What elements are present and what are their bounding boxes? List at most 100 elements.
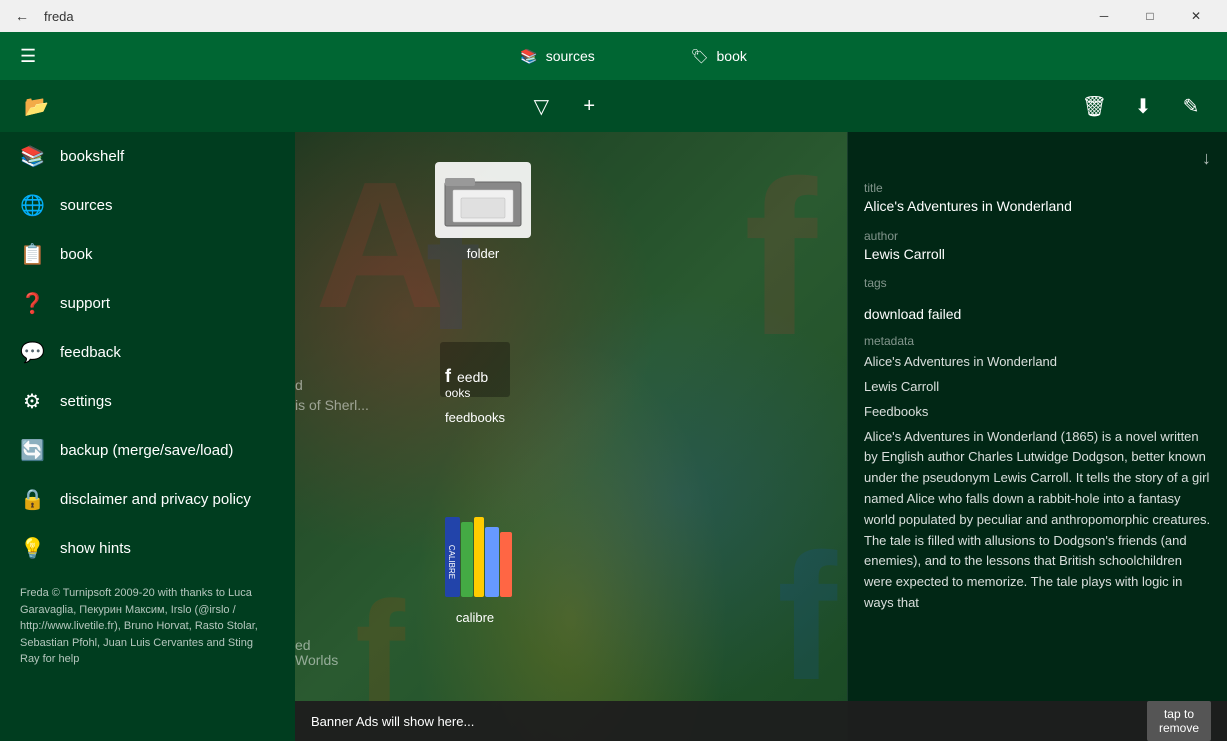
metadata-publisher: Feedbooks bbox=[864, 402, 1211, 423]
sidebar-item-label: disclaimer and privacy policy bbox=[60, 491, 251, 508]
feedbooks-icon-container: f eedb ooks bbox=[435, 332, 515, 402]
backup-icon: 🔄 bbox=[20, 438, 44, 463]
tags-field-label: tags bbox=[864, 276, 1211, 290]
sources-background: A f f f f d is of Sherl... ed Worlds bbox=[295, 132, 847, 741]
sidebar-item-feedback[interactable]: 💬 feedback bbox=[0, 328, 295, 377]
tap-remove-button[interactable]: tap toremove bbox=[1147, 701, 1211, 741]
feedback-icon: 💬 bbox=[20, 340, 44, 365]
edit-button[interactable]: ✎ bbox=[1171, 86, 1211, 127]
add-icon: + bbox=[583, 95, 595, 118]
filter-icon: ▽ bbox=[534, 94, 549, 119]
app-header: ☰ 📚 sources 🏷 book bbox=[0, 32, 1227, 80]
sources-nav-item[interactable]: 📚 sources bbox=[512, 44, 602, 69]
calibre-label: calibre bbox=[456, 610, 494, 625]
maximize-button[interactable]: □ bbox=[1127, 0, 1173, 32]
delete-icon: 🗑 bbox=[1082, 94, 1107, 119]
sidebar-item-label: book bbox=[60, 246, 93, 263]
book-nav-icon: 📋 bbox=[20, 242, 44, 267]
hamburger-icon: ☰ bbox=[20, 46, 36, 67]
filter-button[interactable]: ▽ bbox=[521, 86, 561, 127]
toolbar: 📂 ▽ + 🗑 ⬇ ✎ bbox=[0, 80, 1227, 132]
support-icon: ❓ bbox=[20, 291, 44, 316]
download-status: download failed bbox=[864, 306, 1211, 322]
sidebar-item-disclaimer[interactable]: 🔒 disclaimer and privacy policy bbox=[0, 475, 295, 524]
feedbooks-label: feedbooks bbox=[445, 410, 505, 425]
metadata-author: Lewis Carroll bbox=[864, 377, 1211, 398]
sidebar-credits: Freda © Turnipsoft 2009-20 with thanks t… bbox=[0, 573, 295, 680]
minimize-button[interactable]: ─ bbox=[1081, 0, 1127, 32]
folder-icon: 📂 bbox=[24, 94, 49, 119]
download-button[interactable]: ⬇ bbox=[1123, 86, 1163, 127]
book-nav-item[interactable]: 🏷 book bbox=[683, 44, 755, 69]
sidebar-item-hints[interactable]: 💡 show hints bbox=[0, 524, 295, 573]
banner-text: Banner Ads will show here... bbox=[311, 714, 474, 729]
sidebar-item-label: support bbox=[60, 295, 110, 312]
folder-icon-container bbox=[435, 162, 531, 238]
titlebar: ← freda ─ □ ✕ bbox=[0, 0, 1227, 32]
partial-text-worlds: Worlds bbox=[295, 652, 338, 668]
bookshelf-icon: 📚 bbox=[20, 144, 44, 169]
header-nav: 📚 sources 🏷 book bbox=[56, 44, 1211, 69]
delete-button[interactable]: 🗑 bbox=[1074, 86, 1115, 127]
app-title: freda bbox=[44, 9, 74, 24]
author-field-label: author bbox=[864, 229, 1211, 243]
sidebar-item-book[interactable]: 📋 book bbox=[0, 230, 295, 279]
close-button[interactable]: ✕ bbox=[1173, 0, 1219, 32]
svg-text:eedb: eedb bbox=[457, 369, 488, 385]
metadata-description: Alice's Adventures in Wonderland (1865) … bbox=[864, 427, 1211, 614]
hints-icon: 💡 bbox=[20, 536, 44, 561]
book-label: book bbox=[717, 48, 747, 64]
download-icon: ⬇ bbox=[1135, 94, 1152, 119]
sidebar-item-label: show hints bbox=[60, 540, 131, 557]
feedbooks-source-tile[interactable]: f eedb ooks feedbooks bbox=[435, 332, 515, 425]
settings-icon: ⚙ bbox=[20, 389, 44, 414]
disclaimer-icon: 🔒 bbox=[20, 487, 44, 512]
sidebar-item-bookshelf[interactable]: 📚 bookshelf bbox=[0, 132, 295, 181]
right-panel: ↓ title Alice's Adventures in Wonderland… bbox=[847, 132, 1227, 741]
sources-nav-icon: 🌐 bbox=[20, 193, 44, 218]
svg-text:ooks: ooks bbox=[445, 386, 470, 400]
svg-text:CALIBRE: CALIBRE bbox=[447, 545, 456, 579]
sidebar-item-backup[interactable]: 🔄 backup (merge/save/load) bbox=[0, 426, 295, 475]
folder-source-tile[interactable]: folder bbox=[435, 162, 531, 261]
author-field-value: Lewis Carroll bbox=[864, 245, 1211, 265]
window-controls: ─ □ ✕ bbox=[1081, 0, 1219, 32]
sidebar-item-support[interactable]: ❓ support bbox=[0, 279, 295, 328]
sidebar-item-settings[interactable]: ⚙ settings bbox=[0, 377, 295, 426]
sidebar-item-sources[interactable]: 🌐 sources bbox=[0, 181, 295, 230]
folder-button[interactable]: 📂 bbox=[16, 86, 57, 127]
metadata-title: Alice's Adventures in Wonderland bbox=[864, 352, 1211, 373]
sidebar-item-label: sources bbox=[60, 197, 113, 214]
deco-letter-f4: f bbox=[777, 514, 837, 721]
folder-svg bbox=[443, 170, 523, 230]
calibre-source-tile[interactable]: CALIBRE calibre bbox=[435, 512, 515, 625]
back-button[interactable]: ← bbox=[8, 2, 36, 30]
add-button[interactable]: + bbox=[569, 87, 609, 126]
folder-label: folder bbox=[467, 246, 500, 261]
partial-text-3: ed bbox=[295, 637, 311, 653]
sources-grid: A f f f f d is of Sherl... ed Worlds bbox=[295, 132, 847, 741]
svg-text:f: f bbox=[445, 366, 452, 386]
edit-icon: ✎ bbox=[1183, 94, 1200, 119]
book-icon: 🏷 bbox=[691, 48, 709, 65]
main-layout: 📚 bookshelf 🌐 sources 📋 book ❓ support 💬… bbox=[0, 132, 1227, 741]
feedbooks-svg: f eedb ooks bbox=[435, 332, 515, 402]
partial-text-2: is of Sherl... bbox=[295, 397, 369, 413]
content-area: A f f f f d is of Sherl... ed Worlds bbox=[295, 132, 1227, 741]
titlebar-left: ← freda bbox=[8, 2, 74, 30]
sidebar: 📚 bookshelf 🌐 sources 📋 book ❓ support 💬… bbox=[0, 132, 295, 741]
banner: Banner Ads will show here... tap toremov… bbox=[295, 701, 1227, 741]
sidebar-item-label: bookshelf bbox=[60, 148, 124, 165]
deco-letter-f2: f bbox=[744, 132, 817, 385]
partial-text-1: d bbox=[295, 377, 303, 393]
title-field-value: Alice's Adventures in Wonderland bbox=[864, 197, 1211, 217]
title-field-label: title bbox=[864, 181, 1211, 195]
sources-label: sources bbox=[546, 48, 595, 64]
sidebar-item-label: settings bbox=[60, 393, 112, 410]
calibre-icon-container: CALIBRE bbox=[435, 512, 515, 602]
hamburger-button[interactable]: ☰ bbox=[16, 42, 40, 71]
sources-icon: 📚 bbox=[520, 48, 537, 65]
metadata-label: metadata bbox=[864, 334, 1211, 348]
calibre-svg: CALIBRE bbox=[435, 512, 515, 602]
arrow-down-icon: ↓ bbox=[864, 148, 1211, 169]
